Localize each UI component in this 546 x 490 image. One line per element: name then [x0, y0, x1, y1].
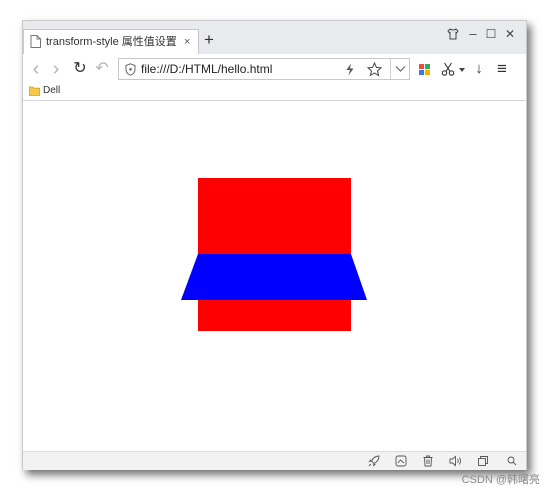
url-dropdown-divider: [390, 59, 391, 79]
back-button[interactable]: ‹: [27, 59, 45, 79]
tab-active[interactable]: transform-style 属性值设置 3D ×: [23, 29, 199, 54]
menu-button[interactable]: ≡: [493, 59, 511, 79]
bookmarks-bar: Dell: [23, 84, 526, 101]
tab-close-icon[interactable]: ×: [184, 35, 190, 50]
rocket-icon[interactable]: [368, 455, 380, 467]
lightning-icon[interactable]: [345, 63, 355, 76]
shield-icon: [125, 63, 136, 76]
forward-button[interactable]: ›: [47, 59, 65, 79]
new-tab-button[interactable]: +: [204, 30, 214, 50]
undo-button[interactable]: ↶: [93, 59, 111, 79]
transform-demo: [181, 178, 367, 331]
tab-title: transform-style 属性值设置 3D: [46, 36, 180, 48]
scissors-icon[interactable]: [441, 62, 455, 76]
image-icon[interactable]: [395, 455, 407, 467]
browser-window: transform-style 属性值设置 3D × + – ☐ ✕ ‹ › ↻…: [22, 20, 527, 470]
csdn-watermark: CSDN @韩曙亮: [461, 474, 540, 486]
apps-grid-icon[interactable]: [419, 64, 430, 75]
volume-icon[interactable]: [449, 455, 462, 467]
tab-bar: transform-style 属性值设置 3D × + – ☐ ✕: [23, 21, 526, 54]
blue-rotated-plane: [181, 254, 367, 300]
address-bar[interactable]: file:///D:/HTML/hello.html: [118, 58, 410, 80]
star-icon[interactable]: [367, 62, 382, 77]
trash-icon[interactable]: [422, 455, 434, 467]
scissors-dropdown-icon[interactable]: [459, 68, 465, 72]
status-bar: [23, 451, 526, 470]
download-button[interactable]: ↓: [470, 59, 488, 79]
close-window-button[interactable]: ✕: [501, 25, 519, 43]
window-restore-icon[interactable]: [477, 455, 489, 467]
navigation-toolbar: ‹ › ↻ ↶ file:///D:/HTML/hello.html ↓ ≡: [23, 54, 526, 84]
folder-icon: [29, 86, 40, 96]
page-viewport: [23, 101, 526, 451]
shirt-icon[interactable]: [447, 28, 459, 40]
zoom-icon[interactable]: [507, 456, 517, 466]
url-text[interactable]: file:///D:/HTML/hello.html: [141, 62, 272, 77]
maximize-button[interactable]: ☐: [482, 25, 500, 43]
reload-button[interactable]: ↻: [71, 59, 89, 79]
document-icon: [30, 35, 41, 48]
bookmark-dell[interactable]: Dell: [43, 84, 60, 98]
minimize-button[interactable]: –: [464, 25, 482, 43]
chevron-down-icon[interactable]: [395, 65, 406, 73]
